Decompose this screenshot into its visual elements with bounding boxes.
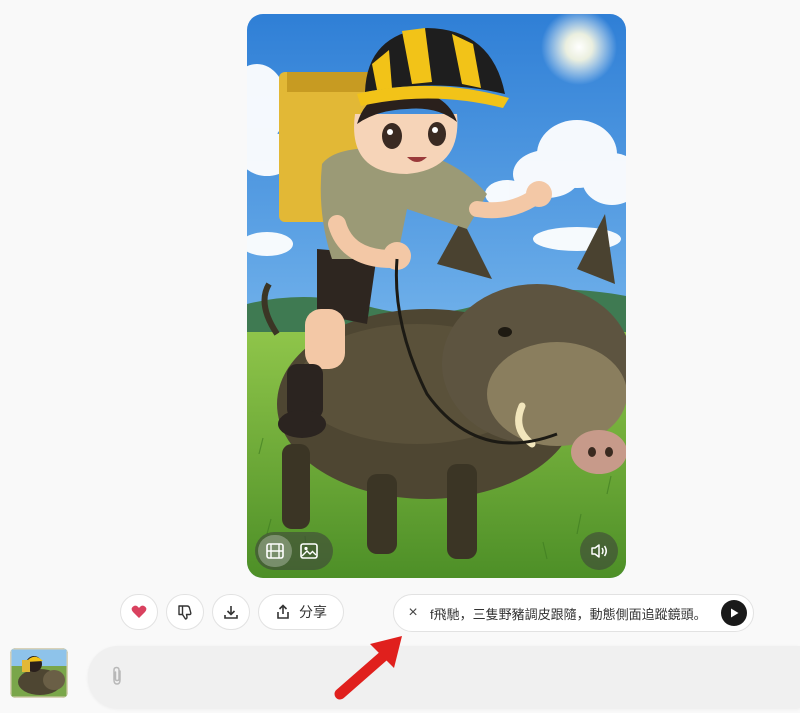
message-composer[interactable] <box>88 646 800 708</box>
speaker-icon[interactable] <box>580 532 618 570</box>
avatar <box>10 648 68 698</box>
media-view-toggle[interactable] <box>255 532 333 570</box>
close-icon[interactable]: × <box>404 604 422 622</box>
film-icon[interactable] <box>258 535 292 567</box>
play-button[interactable] <box>721 600 747 626</box>
message-actions: 分享 <box>120 594 344 632</box>
thumbs-down-icon <box>178 605 192 620</box>
share-icon <box>277 604 289 619</box>
play-icon <box>731 608 739 618</box>
paperclip-icon[interactable] <box>110 666 124 691</box>
image-icon[interactable] <box>292 535 326 567</box>
heart-icon <box>131 605 147 618</box>
like-button[interactable] <box>120 594 158 630</box>
download-button[interactable] <box>212 594 250 630</box>
download-icon <box>224 606 238 619</box>
annotation-arrow <box>334 636 402 700</box>
dislike-button[interactable] <box>166 594 204 630</box>
prompt-chip[interactable]: × f飛馳，三隻野豬調皮跟隨，動態側面追蹤鏡頭。 <box>393 594 754 632</box>
share-button[interactable]: 分享 <box>258 594 344 630</box>
generated-video-card[interactable] <box>247 14 626 578</box>
share-label: 分享 <box>299 604 327 620</box>
generated-image <box>247 14 626 578</box>
prompt-text: f飛馳，三隻野豬調皮跟隨，動態側面追蹤鏡頭。 <box>430 606 707 622</box>
